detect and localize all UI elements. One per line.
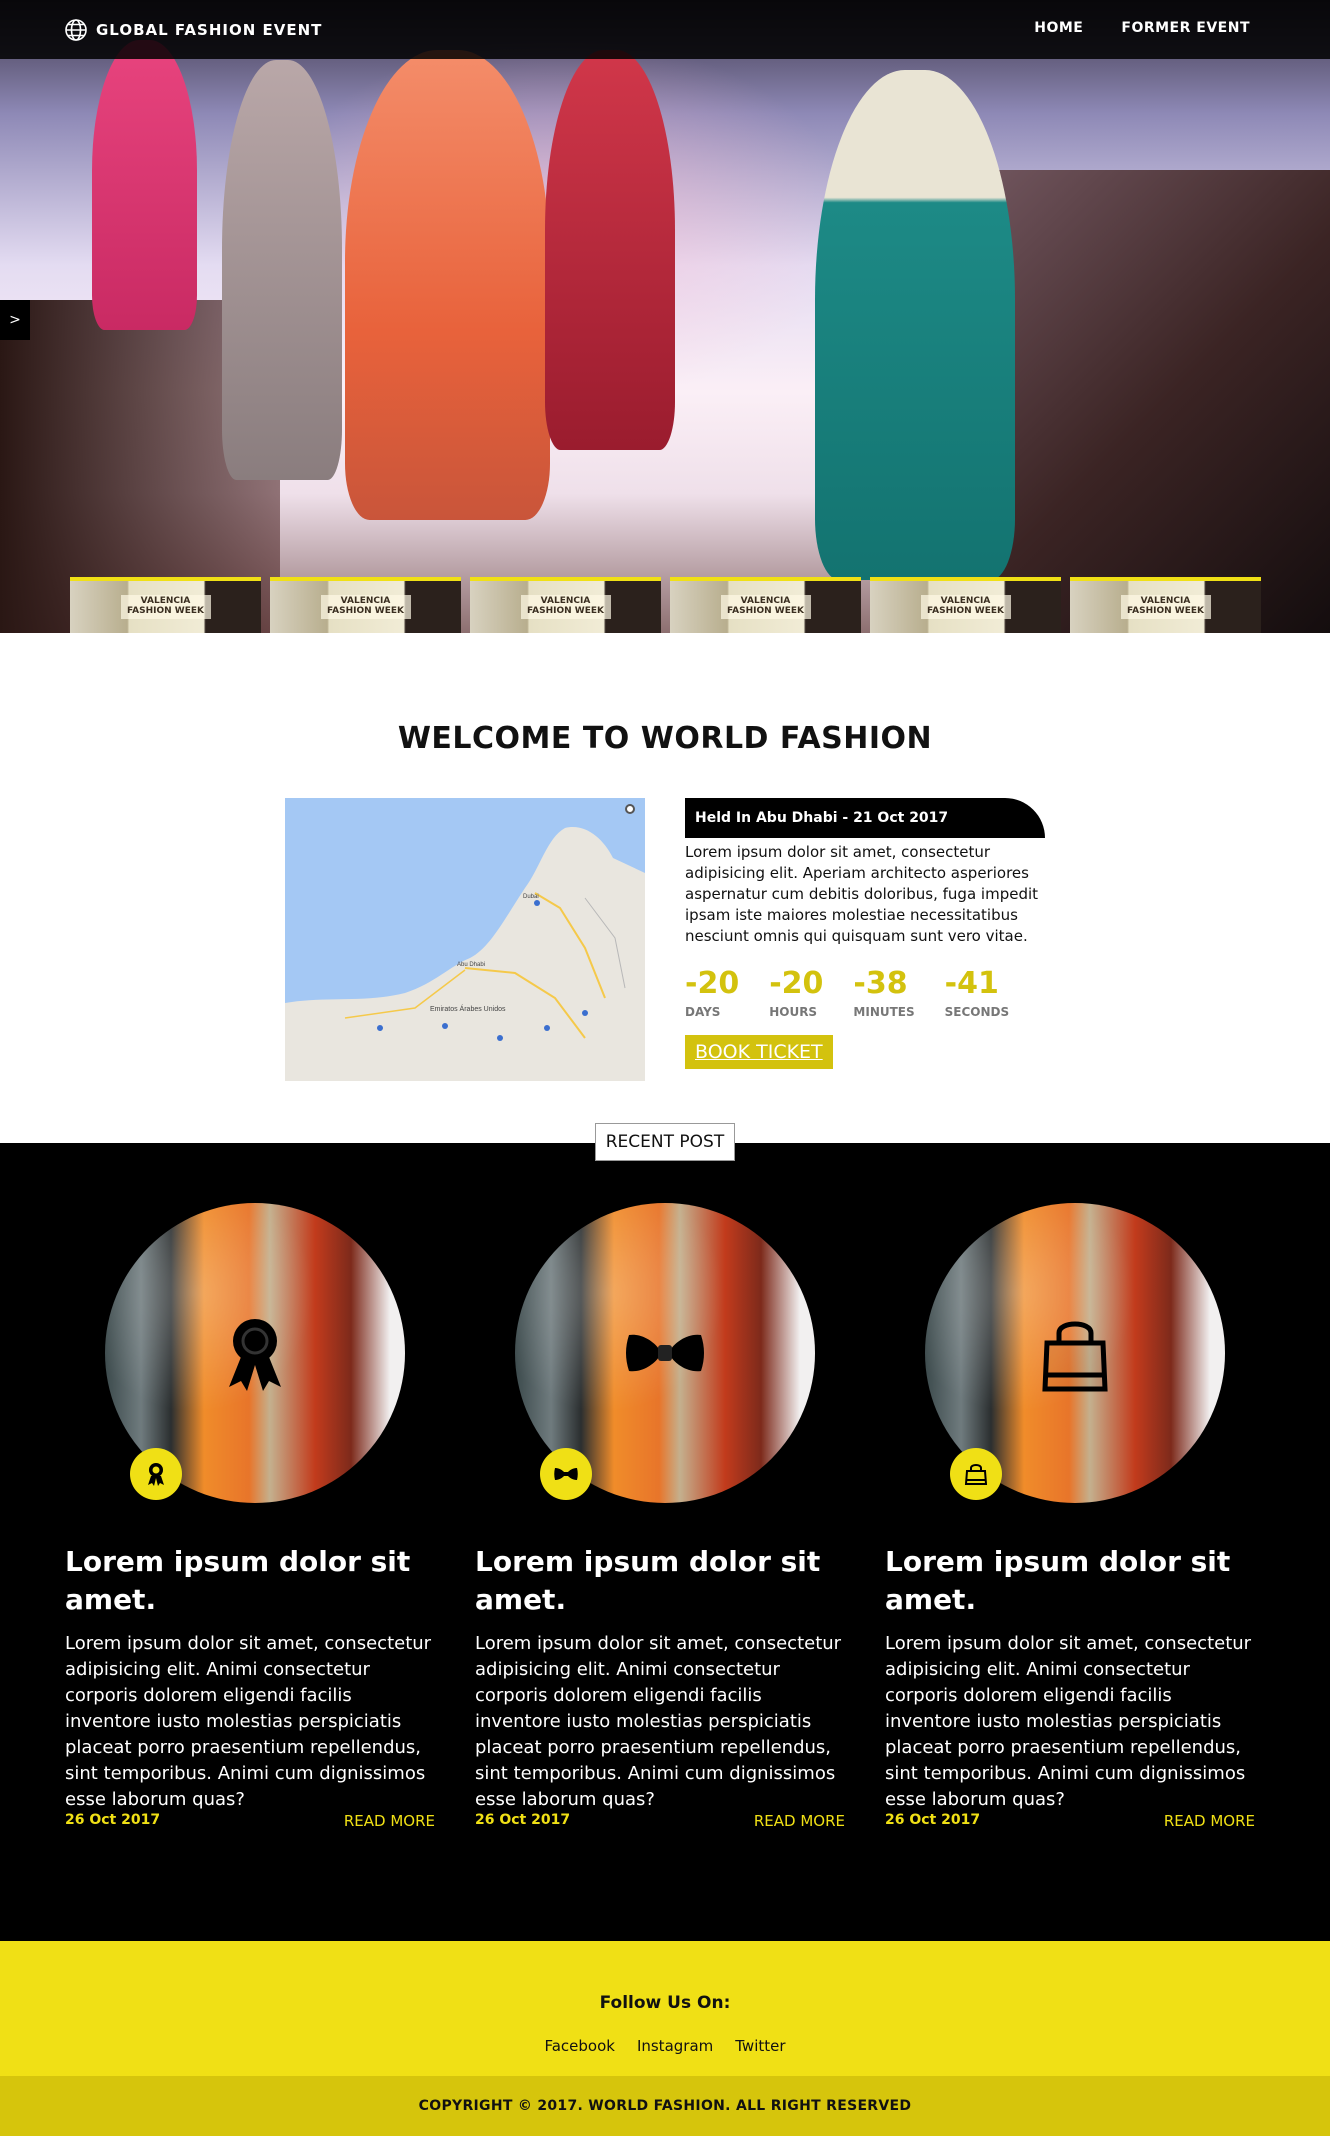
thumbnail[interactable]: VALENCIA FASHION WEEK xyxy=(670,577,861,633)
nav-link-home[interactable]: HOME xyxy=(1034,20,1083,36)
runway-model xyxy=(545,50,675,450)
thumbnail[interactable]: VALENCIA FASHION WEEK xyxy=(1070,577,1261,633)
read-more-link[interactable]: READ MORE xyxy=(1164,1812,1255,1830)
countdown-value: -20 xyxy=(685,966,740,1001)
post-title: Lorem ipsum dolor sit amet. xyxy=(885,1545,1231,1616)
map-graphic: Emiratos Árabes Unidos Abu Dhabi Dubai xyxy=(285,798,645,1081)
bow-tie-icon xyxy=(625,1313,705,1393)
post-title: Lorem ipsum dolor sit amet. xyxy=(475,1545,821,1616)
slider-next-arrow[interactable]: > xyxy=(0,300,30,340)
runway-model xyxy=(92,40,197,330)
map-label-city: Dubai xyxy=(523,894,539,900)
recent-posts-section: Lorem ipsum dolor sit amet. Lorem ipsum … xyxy=(0,1143,1330,1941)
thumbnail-label: VALENCIA FASHION WEEK xyxy=(120,595,211,619)
countdown-value: -20 xyxy=(769,966,824,1001)
map-label-country: Emiratos Árabes Unidos xyxy=(430,1004,506,1013)
globe-icon xyxy=(65,19,87,41)
brand-logo[interactable]: GLOBAL FASHION EVENT xyxy=(64,18,322,42)
thumbnail[interactable]: VALENCIA FASHION WEEK xyxy=(70,577,261,633)
welcome-section: WELCOME TO WORLD FASHION Emiratos Árabes… xyxy=(0,633,1330,1161)
map-label-city: Abu Dhabi xyxy=(457,962,485,968)
thumbnail-label: VALENCIA FASHION WEEK xyxy=(1120,595,1211,619)
post-body: Lorem ipsum dolor sit amet, consectetur … xyxy=(65,1633,432,1810)
event-location-date: Held In Abu Dhabi - 21 Oct 2017 xyxy=(685,798,1045,838)
thumbnail-label: VALENCIA FASHION WEEK xyxy=(520,595,611,619)
twitter-link[interactable]: Twitter xyxy=(735,2037,785,2055)
thumbnail[interactable]: VALENCIA FASHION WEEK xyxy=(470,577,661,633)
countdown-label: DAYS xyxy=(685,1005,721,1019)
post-title: Lorem ipsum dolor sit amet. xyxy=(65,1545,411,1616)
copyright-bar: COPYRIGHT © 2017. WORLD FASHION. ALL RIG… xyxy=(0,2076,1330,2136)
countdown-label: MINUTES xyxy=(853,1005,915,1019)
hero-video-banner: > VALENCIA FASHION WEEK VALENCIA FASHION… xyxy=(0,0,1330,633)
countdown-label: SECONDS xyxy=(944,1005,1010,1019)
bow-tie-badge-icon xyxy=(540,1448,592,1500)
award-badge-icon xyxy=(130,1448,182,1500)
welcome-title: WELCOME TO WORLD FASHION xyxy=(397,721,933,756)
countdown-label: HOURS xyxy=(769,1005,818,1019)
countdown-seconds: -41 SECONDS xyxy=(944,966,1010,1020)
thumbnail-label: VALENCIA FASHION WEEK xyxy=(320,595,411,619)
map-locate-control[interactable] xyxy=(625,804,635,814)
post-date: 26 Oct 2017 xyxy=(885,1812,981,1828)
footer: Follow Us On: Facebook Instagram Twitter xyxy=(0,1941,1330,2076)
thumbnail[interactable]: VALENCIA FASHION WEEK xyxy=(870,577,1061,633)
thumbnail-label: VALENCIA FASHION WEEK xyxy=(720,595,811,619)
runway-model xyxy=(222,60,342,480)
shopping-bag-badge-icon xyxy=(950,1448,1002,1500)
post-date: 26 Oct 2017 xyxy=(475,1812,571,1828)
location-map[interactable]: Emiratos Árabes Unidos Abu Dhabi Dubai xyxy=(285,798,645,1081)
brand-name: GLOBAL FASHION EVENT xyxy=(96,21,323,39)
event-info: Held In Abu Dhabi - 21 Oct 2017 Lorem ip… xyxy=(685,798,1045,1069)
recent-post-tab[interactable]: RECENT POST xyxy=(595,1123,735,1161)
event-description: Lorem ipsum dolor sit amet, consectetur … xyxy=(685,843,1039,945)
post-body: Lorem ipsum dolor sit amet, consectetur … xyxy=(885,1633,1252,1810)
countdown-value: -41 xyxy=(944,966,999,1001)
top-navbar: GLOBAL FASHION EVENT HOME FORMER EVENT xyxy=(0,0,1330,59)
book-ticket-button[interactable]: BOOK TICKET xyxy=(685,1035,833,1069)
follow-us-heading: Follow Us On: xyxy=(599,1993,731,2013)
post-body: Lorem ipsum dolor sit amet, consectetur … xyxy=(475,1633,842,1810)
social-links: Facebook Instagram Twitter xyxy=(0,2037,1330,2055)
ribbon-award-icon xyxy=(215,1313,295,1393)
nav-link-former-event[interactable]: FORMER EVENT xyxy=(1121,20,1250,36)
countdown-minutes: -38 MINUTES xyxy=(853,966,915,1020)
instagram-link[interactable]: Instagram xyxy=(637,2037,713,2055)
countdown-hours: -20 HOURS xyxy=(769,966,824,1020)
thumbnail[interactable]: VALENCIA FASHION WEEK xyxy=(270,577,461,633)
read-more-link[interactable]: READ MORE xyxy=(344,1812,435,1830)
thumbnail-strip: VALENCIA FASHION WEEK VALENCIA FASHION W… xyxy=(70,577,1261,633)
facebook-link[interactable]: Facebook xyxy=(544,2037,614,2055)
post-date: 26 Oct 2017 xyxy=(65,1812,161,1828)
read-more-link[interactable]: READ MORE xyxy=(754,1812,845,1830)
nav-menu: HOME FORMER EVENT xyxy=(1034,20,1250,36)
runway-model xyxy=(815,70,1015,580)
countdown-days: -20 DAYS xyxy=(685,966,740,1020)
countdown-value: -38 xyxy=(853,966,908,1001)
countdown-timer: -20 DAYS -20 HOURS -38 MINUTES -41 SECON… xyxy=(685,966,1045,1020)
thumbnail-label: VALENCIA FASHION WEEK xyxy=(920,595,1011,619)
shopping-bag-icon xyxy=(1035,1313,1115,1393)
runway-model xyxy=(345,50,550,520)
